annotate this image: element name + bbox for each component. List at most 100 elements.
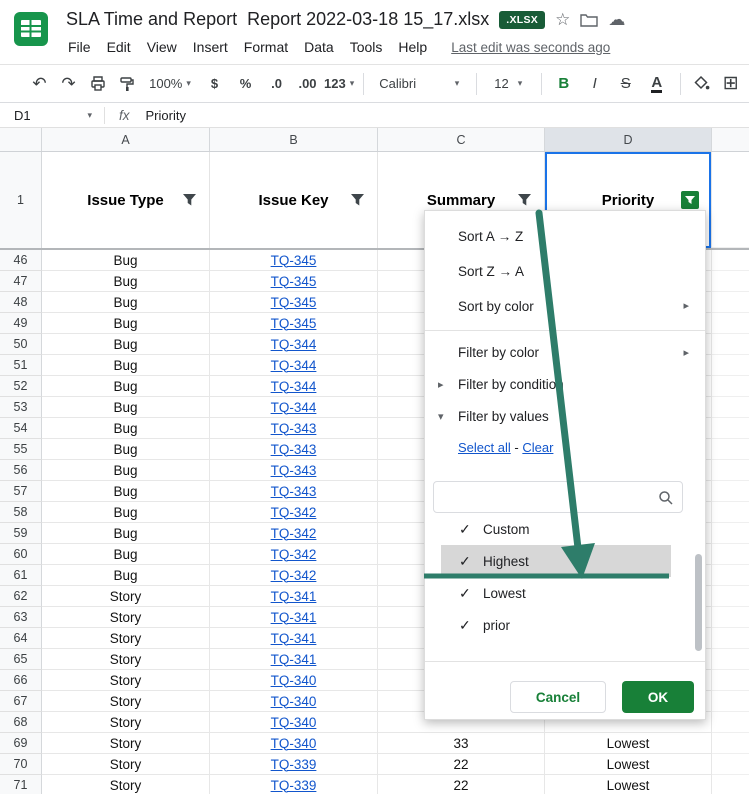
last-edit-status[interactable]: Last edit was seconds ago	[451, 40, 610, 55]
filter-value-lowest[interactable]: ✓Lowest	[441, 577, 671, 609]
cell-issue-key[interactable]: TQ-341	[210, 628, 378, 649]
row-number[interactable]: 46	[0, 250, 42, 271]
redo-icon[interactable]: ↷	[55, 71, 82, 97]
cell-empty[interactable]	[712, 607, 749, 628]
paint-format-icon[interactable]	[113, 71, 140, 97]
cell-issue-key[interactable]: TQ-345	[210, 292, 378, 313]
cell-empty[interactable]	[712, 355, 749, 376]
select-all-link[interactable]: Select all	[458, 440, 511, 455]
cell-issue-type[interactable]: Bug	[42, 523, 210, 544]
row-number[interactable]: 55	[0, 439, 42, 460]
row-number[interactable]: 54	[0, 418, 42, 439]
undo-icon[interactable]: ↶	[26, 71, 53, 97]
cell-issue-key[interactable]: TQ-343	[210, 439, 378, 460]
cell-empty[interactable]	[712, 586, 749, 607]
cell-issue-type[interactable]: Bug	[42, 313, 210, 334]
borders-icon[interactable]: ⊞	[717, 71, 744, 97]
cell-issue-type[interactable]: Story	[42, 754, 210, 775]
cell-issue-key[interactable]: TQ-341	[210, 586, 378, 607]
decrease-decimals-button[interactable]: .0	[262, 71, 291, 97]
menu-tools[interactable]: Tools	[342, 37, 391, 57]
filter-value-prior[interactable]: ✓prior	[441, 609, 671, 641]
row-number[interactable]: 48	[0, 292, 42, 313]
cell-priority[interactable]: Lowest	[545, 733, 712, 754]
filter-active-icon[interactable]	[681, 191, 699, 209]
cell-issue-key[interactable]: TQ-343	[210, 460, 378, 481]
increase-decimals-button[interactable]: .00	[293, 71, 322, 97]
star-icon[interactable]: ☆	[555, 11, 570, 28]
cancel-button[interactable]: Cancel	[510, 681, 606, 713]
row-number[interactable]: 57	[0, 481, 42, 502]
cell-issue-type[interactable]: Bug	[42, 250, 210, 271]
cell-issue-type[interactable]: Story	[42, 733, 210, 754]
cell-issue-key[interactable]: TQ-344	[210, 334, 378, 355]
zoom-select[interactable]: 100% ▾	[142, 71, 198, 97]
cell-empty[interactable]	[712, 628, 749, 649]
filter-icon[interactable]	[517, 193, 532, 207]
menu-edit[interactable]: Edit	[99, 37, 139, 57]
cell-issue-type[interactable]: Bug	[42, 397, 210, 418]
cell-issue-type[interactable]: Bug	[42, 481, 210, 502]
filter-icon[interactable]	[182, 193, 197, 207]
cell-issue-key[interactable]: TQ-340	[210, 712, 378, 733]
cell-issue-key[interactable]: TQ-341	[210, 649, 378, 670]
header-cell-issue-type[interactable]: Issue Type	[42, 152, 210, 248]
cell-empty[interactable]	[712, 775, 749, 794]
fill-color-icon[interactable]	[688, 71, 715, 97]
row-number[interactable]: 47	[0, 271, 42, 292]
cell-empty[interactable]	[712, 691, 749, 712]
filter-icon[interactable]	[350, 193, 365, 207]
cell-issue-key[interactable]: TQ-340	[210, 691, 378, 712]
row-number[interactable]: 67	[0, 691, 42, 712]
cell-empty[interactable]	[712, 754, 749, 775]
strikethrough-button[interactable]: S	[611, 71, 640, 97]
menu-help[interactable]: Help	[390, 37, 435, 57]
cell-empty[interactable]	[712, 334, 749, 355]
row-number[interactable]: 71	[0, 775, 42, 794]
row-number[interactable]: 1	[0, 152, 42, 248]
cell-empty[interactable]	[712, 418, 749, 439]
cell-empty[interactable]	[712, 670, 749, 691]
menu-insert[interactable]: Insert	[185, 37, 236, 57]
formula-bar-value[interactable]: Priority	[146, 108, 186, 123]
cell-issue-type[interactable]: Bug	[42, 502, 210, 523]
filter-search-input[interactable]	[433, 481, 683, 513]
cell-issue-type[interactable]: Bug	[42, 418, 210, 439]
row-number[interactable]: 63	[0, 607, 42, 628]
cell-empty[interactable]	[712, 292, 749, 313]
cell-summary[interactable]: 33	[378, 733, 545, 754]
cell-issue-key[interactable]: TQ-340	[210, 733, 378, 754]
column-header-C[interactable]: C	[378, 128, 545, 151]
cell-issue-key[interactable]: TQ-342	[210, 502, 378, 523]
cell-empty[interactable]	[712, 439, 749, 460]
row-number[interactable]: 61	[0, 565, 42, 586]
cell-empty[interactable]	[712, 523, 749, 544]
cell-issue-type[interactable]: Bug	[42, 292, 210, 313]
cell-empty[interactable]	[712, 502, 749, 523]
more-formats-select[interactable]: 123 ▾	[324, 71, 354, 97]
cell-issue-type[interactable]: Story	[42, 712, 210, 733]
menu-file[interactable]: File	[60, 37, 99, 57]
bold-button[interactable]: B	[549, 71, 578, 97]
cell-issue-type[interactable]: Bug	[42, 376, 210, 397]
menu-item-sort-by-color[interactable]: Sort by color ▸	[425, 289, 705, 324]
filter-value-highest[interactable]: ✓Highest	[441, 545, 671, 577]
row-number[interactable]: 64	[0, 628, 42, 649]
cell-issue-type[interactable]: Bug	[42, 355, 210, 376]
cell-issue-key[interactable]: TQ-345	[210, 271, 378, 292]
menu-item-sort-az[interactable]: Sort A → Z	[425, 219, 705, 254]
row-number[interactable]: 59	[0, 523, 42, 544]
menu-item-filter-by-color[interactable]: Filter by color ▸	[425, 337, 705, 369]
row-number[interactable]: 69	[0, 733, 42, 754]
cell-issue-type[interactable]: Story	[42, 670, 210, 691]
cell-issue-type[interactable]: Bug	[42, 460, 210, 481]
cell-issue-type[interactable]: Story	[42, 628, 210, 649]
cell-issue-type[interactable]: Story	[42, 775, 210, 794]
cell-priority[interactable]: Lowest	[545, 775, 712, 794]
cell-summary[interactable]: 22	[378, 775, 545, 794]
row-number[interactable]: 58	[0, 502, 42, 523]
cell-empty[interactable]	[712, 733, 749, 754]
percent-format-button[interactable]: %	[231, 71, 260, 97]
row-number[interactable]: 70	[0, 754, 42, 775]
cell-empty[interactable]	[712, 313, 749, 334]
